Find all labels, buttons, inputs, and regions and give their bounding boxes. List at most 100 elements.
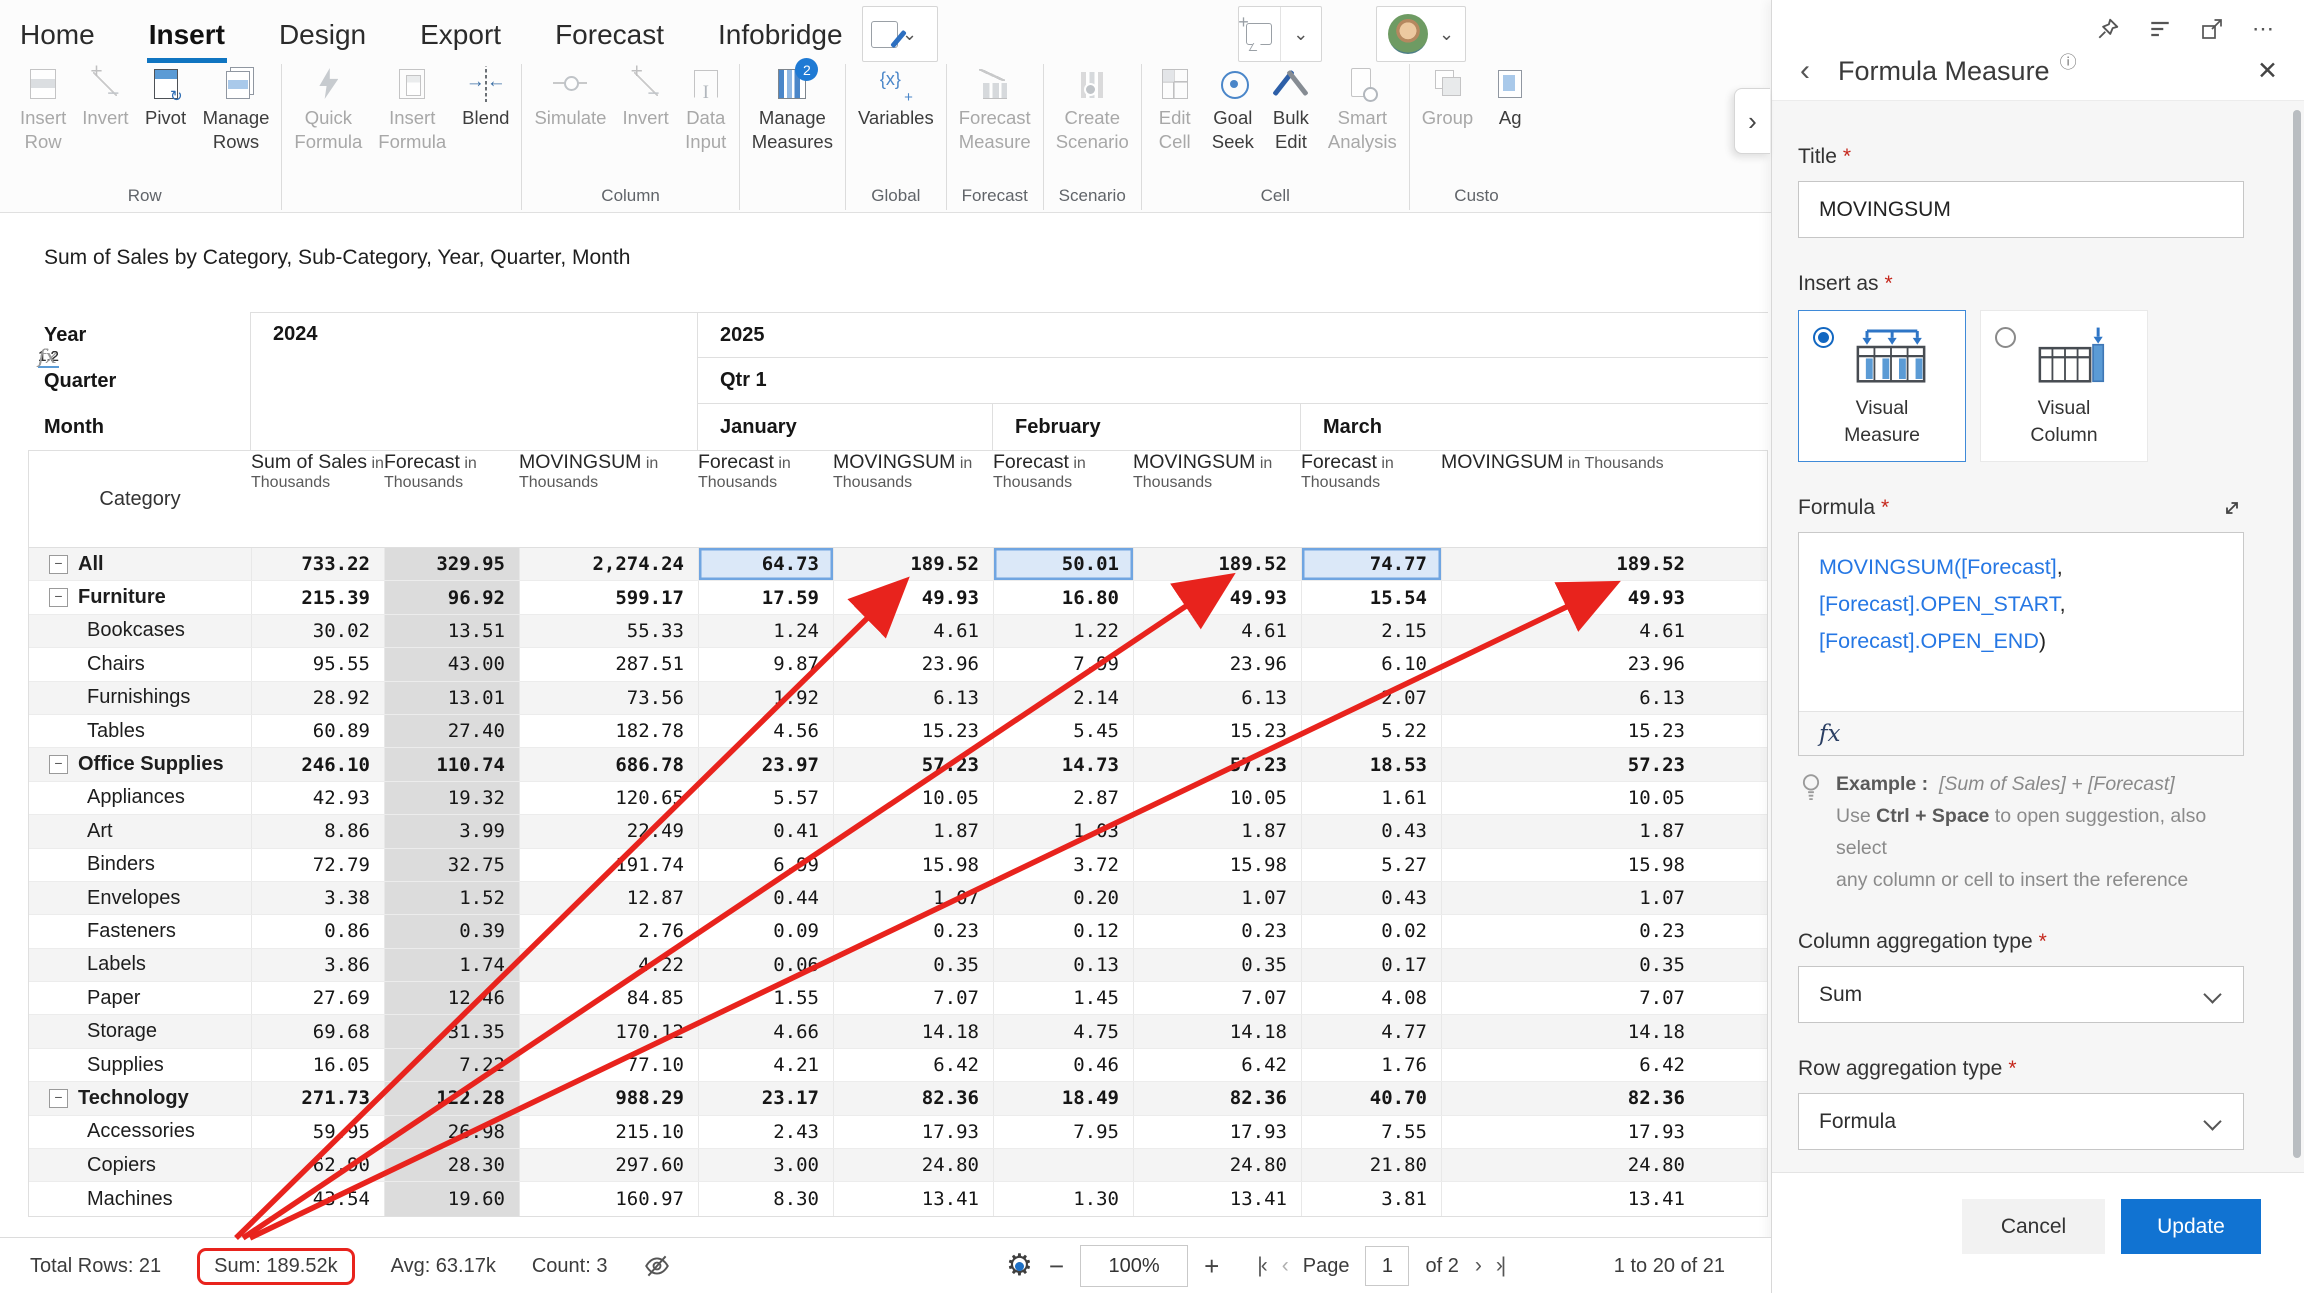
pivot-cell[interactable]: 17.93 <box>833 1116 993 1148</box>
row-label[interactable]: Office Supplies <box>29 748 251 780</box>
pivot-cell[interactable]: 16.80 <box>993 581 1133 613</box>
month-february-cell[interactable]: February <box>992 404 1300 450</box>
category-column-header[interactable]: Category <box>29 451 251 547</box>
pivot-cell[interactable]: 1.92 <box>698 682 833 714</box>
pivot-cell[interactable]: 329.95 <box>384 548 519 580</box>
pivot-cell[interactable]: 0.17 <box>1301 949 1441 981</box>
pivot-cell[interactable]: 1.07 <box>833 882 993 914</box>
ribbon-button[interactable]: Create Scenario⌄ <box>1048 64 1137 186</box>
pivot-cell[interactable]: 0.09 <box>698 915 833 947</box>
info-icon[interactable]: ⓘ <box>2060 48 2077 73</box>
pivot-cell[interactable]: 26.98 <box>384 1116 519 1148</box>
pivot-cell[interactable]: 1.55 <box>698 982 833 1014</box>
pivot-cell[interactable]: 0.35 <box>1441 949 1769 981</box>
pivot-cell[interactable]: 96.92 <box>384 581 519 613</box>
row-label[interactable]: Storage <box>29 1015 251 1047</box>
pivot-cell[interactable]: 2.87 <box>993 782 1133 814</box>
pivot-cell[interactable]: 82.36 <box>833 1082 993 1114</box>
formula-editor[interactable]: MOVINGSUM([Forecast], [Forecast].OPEN_ST… <box>1798 532 2244 756</box>
ribbon-button[interactable]: Quick Formula⌄ <box>286 64 370 186</box>
column-header[interactable]: Sum of Sales in Thousands <box>251 451 384 547</box>
pivot-cell[interactable]: 2.14 <box>993 682 1133 714</box>
row-label[interactable]: Paper <box>29 982 251 1014</box>
pivot-cell[interactable]: 19.60 <box>384 1182 519 1215</box>
ribbon-button[interactable]: Insert Formula⌄ <box>370 64 454 186</box>
row-agg-select[interactable]: Formula <box>1798 1093 2244 1150</box>
pivot-cell[interactable]: 5.27 <box>1301 849 1441 881</box>
row-label[interactable]: Envelopes <box>29 882 251 914</box>
row-label[interactable]: Fasteners <box>29 915 251 947</box>
pivot-cell[interactable]: 7.07 <box>833 982 993 1014</box>
pivot-cell[interactable]: 189.52 <box>1441 548 1769 580</box>
pivot-cell[interactable]: 43.54 <box>251 1182 384 1215</box>
pivot-cell[interactable]: 3.00 <box>698 1149 833 1181</box>
pivot-cell[interactable]: 0.44 <box>698 882 833 914</box>
pivot-cell[interactable]: 15.23 <box>833 715 993 747</box>
ribbon-button[interactable]: Edit Cell⌄ <box>1146 64 1204 186</box>
pivot-cell[interactable]: 6.42 <box>833 1049 993 1081</box>
pivot-cell[interactable]: 22.49 <box>519 815 698 847</box>
pivot-cell[interactable]: 62.90 <box>251 1149 384 1181</box>
pivot-cell[interactable]: 686.78 <box>519 748 698 780</box>
pivot-cell[interactable]: 122.28 <box>384 1082 519 1114</box>
month-january-cell[interactable]: January <box>697 404 992 450</box>
month-march-cell[interactable]: March <box>1300 404 1768 450</box>
pivot-cell[interactable]: 18.49 <box>993 1082 1133 1114</box>
pivot-cell[interactable]: 10.05 <box>1133 782 1301 814</box>
pivot-cell[interactable]: 1.22 <box>993 615 1133 647</box>
pivot-cell[interactable]: 32.75 <box>384 849 519 881</box>
row-label[interactable]: Labels <box>29 949 251 981</box>
pivot-cell[interactable]: 8.86 <box>251 815 384 847</box>
row-label[interactable]: Art <box>29 815 251 847</box>
pivot-cell[interactable]: 84.85 <box>519 982 698 1014</box>
column-header[interactable]: 1.2 Forecast in Thousands <box>384 451 519 547</box>
pivot-cell[interactable]: 182.78 <box>519 715 698 747</box>
row-label[interactable]: Chairs <box>29 648 251 680</box>
pin-icon[interactable] <box>2096 17 2120 41</box>
pivot-cell[interactable]: 9.87 <box>698 648 833 680</box>
visual-column-option[interactable]: Visual Column <box>1980 310 2148 462</box>
pivot-cell[interactable]: 24.80 <box>1441 1149 1769 1181</box>
pivot-cell[interactable]: 57.23 <box>833 748 993 780</box>
pivot-cell[interactable]: 24.80 <box>833 1149 993 1181</box>
first-page-button[interactable]: |‹ <box>1257 1254 1265 1278</box>
pivot-cell[interactable]: 0.43 <box>1301 882 1441 914</box>
column-header[interactable]: 1.2 Forecast in Thousands <box>698 451 833 547</box>
pivot-cell[interactable]: 27.40 <box>384 715 519 747</box>
pivot-cell[interactable]: 15.23 <box>1133 715 1301 747</box>
year-2025-cell[interactable]: 2025 <box>697 312 1768 358</box>
pivot-cell[interactable]: 1.61 <box>1301 782 1441 814</box>
quarter-cell[interactable]: Qtr 1 <box>697 358 1768 404</box>
ribbon-tab[interactable]: Design <box>277 15 368 55</box>
pivot-cell[interactable]: 15.98 <box>1133 849 1301 881</box>
pivot-cell[interactable]: 4.21 <box>698 1049 833 1081</box>
pivot-cell[interactable]: 6.10 <box>1301 648 1441 680</box>
pivot-cell[interactable]: 10.05 <box>1441 782 1769 814</box>
pivot-cell[interactable]: 23.96 <box>833 648 993 680</box>
pivot-cell[interactable]: 6.42 <box>1441 1049 1769 1081</box>
pivot-cell[interactable]: 77.10 <box>519 1049 698 1081</box>
pivot-cell[interactable]: 3.72 <box>993 849 1133 881</box>
pivot-cell[interactable]: 5.57 <box>698 782 833 814</box>
pivot-cell[interactable]: 7.07 <box>1133 982 1301 1014</box>
pivot-cell[interactable]: 4.08 <box>1301 982 1441 1014</box>
pivot-cell[interactable]: 6.13 <box>833 682 993 714</box>
pivot-cell[interactable]: 4.77 <box>1301 1015 1441 1047</box>
row-label[interactable]: Accessories <box>29 1116 251 1148</box>
ribbon-button[interactable]: Ag ⌄ <box>1481 64 1539 186</box>
pivot-cell[interactable]: 31.35 <box>384 1015 519 1047</box>
pivot-cell[interactable]: 297.60 <box>519 1149 698 1181</box>
ribbon-tab[interactable]: Home <box>18 15 97 55</box>
ribbon-button[interactable]: Forecast Measure⌄ <box>951 64 1039 186</box>
pivot-cell[interactable]: 7.07 <box>1441 982 1769 1014</box>
pivot-cell[interactable]: 6.42 <box>1133 1049 1301 1081</box>
pivot-cell[interactable]: 2,274.24 <box>519 548 698 580</box>
pivot-cell[interactable]: 30.02 <box>251 615 384 647</box>
pivot-cell[interactable]: 0.39 <box>384 915 519 947</box>
year-2024-cell[interactable]: 2024 <box>250 312 697 450</box>
column-header[interactable]: fx MOVINGSUM in Thousands <box>519 451 698 547</box>
page-number-input[interactable] <box>1365 1246 1409 1286</box>
pivot-cell[interactable]: 4.61 <box>1441 615 1769 647</box>
row-label[interactable]: Appliances <box>29 782 251 814</box>
ribbon-button[interactable]: Bulk Edit⌄ <box>1262 64 1320 186</box>
